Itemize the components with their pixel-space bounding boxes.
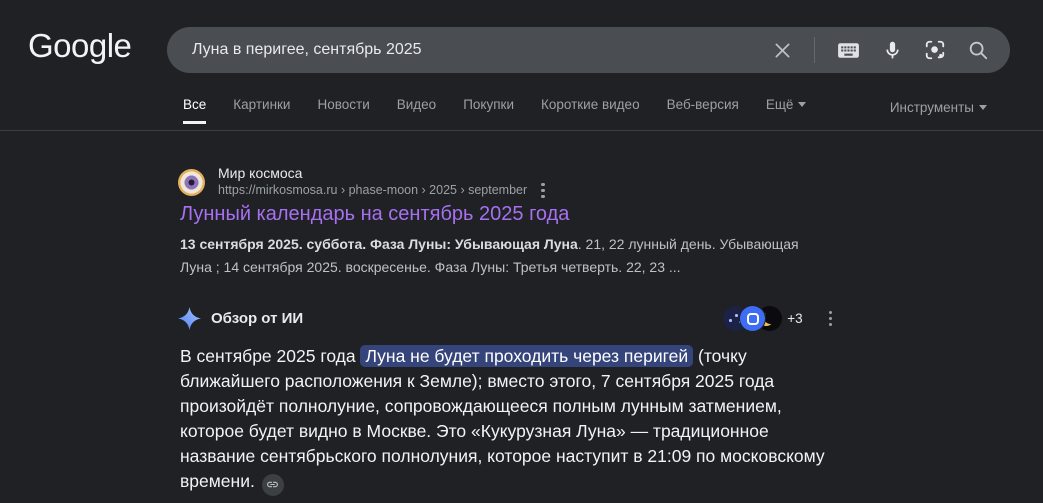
tab-web[interactable]: Веб-версия [667, 97, 739, 124]
snippet-bold-date: 13 сентября 2025. суббота. Фаза Луны: Уб… [180, 236, 578, 252]
more-sources-badge[interactable]: +3 [787, 311, 802, 326]
lens-camera-icon[interactable] [924, 39, 946, 61]
ai-sparkle-icon [178, 307, 201, 330]
link-icon[interactable] [261, 473, 284, 496]
ai-source-favicons[interactable] [723, 306, 783, 331]
close-icon[interactable] [772, 40, 793, 61]
three-dot-menu-icon[interactable] [828, 310, 832, 327]
ai-overview-text: В сентябре 2025 года Луна не будет прохо… [180, 344, 832, 496]
search-box[interactable]: Луна в перигее, сентябрь 2025 [167, 27, 1010, 73]
ai-text-before: В сентябре 2025 года [180, 346, 361, 366]
three-dot-menu-icon[interactable] [541, 182, 545, 199]
site-favicon-icon [178, 168, 205, 196]
tab-short-videos[interactable]: Короткие видео [541, 97, 640, 124]
tab-more-label: Ещё [765, 97, 794, 112]
tab-news[interactable]: Новости [317, 97, 369, 124]
searchbar-divider [814, 37, 815, 63]
tab-all[interactable]: Все [183, 97, 207, 124]
search-result-tabs: Все Картинки Новости Видео Покупки Корот… [183, 97, 807, 124]
google-logo[interactable]: Google [28, 27, 132, 65]
mic-icon[interactable] [882, 40, 903, 61]
tab-shopping[interactable]: Покупки [463, 97, 514, 124]
breadcrumb[interactable]: https://mirkosmosa.ru › phase-moon › 202… [218, 182, 527, 199]
search-input[interactable]: Луна в перигее, сентябрь 2025 [167, 41, 772, 59]
tab-videos[interactable]: Видео [397, 97, 436, 124]
result-title-link[interactable]: Лунный календарь на сентябрь 2025 года [180, 203, 569, 226]
tools-label: Инструменты [889, 100, 974, 115]
header-divider [0, 130, 1043, 131]
tab-more[interactable]: Ещё [766, 97, 807, 124]
result-source-header[interactable]: Мир космоса https://mirkosmosa.ru › phas… [178, 165, 545, 199]
ai-overview-title: Обзор от ИИ [211, 310, 304, 327]
tools-button[interactable]: Инструменты [890, 100, 987, 115]
tab-images[interactable]: Картинки [233, 97, 290, 124]
ai-text-after: (точку ближайшего расположения к Земле);… [180, 346, 825, 491]
result-snippet: 13 сентября 2025. суббота. Фаза Луны: Уб… [180, 233, 828, 278]
site-name[interactable]: Мир космоса [218, 165, 545, 182]
chevron-down-icon [798, 102, 807, 107]
keyboard-icon[interactable] [836, 38, 861, 63]
ai-highlighted-phrase[interactable]: Луна не будет проходить через перигей [360, 345, 694, 367]
chevron-down-icon [979, 105, 987, 110]
search-icon[interactable] [967, 39, 989, 61]
